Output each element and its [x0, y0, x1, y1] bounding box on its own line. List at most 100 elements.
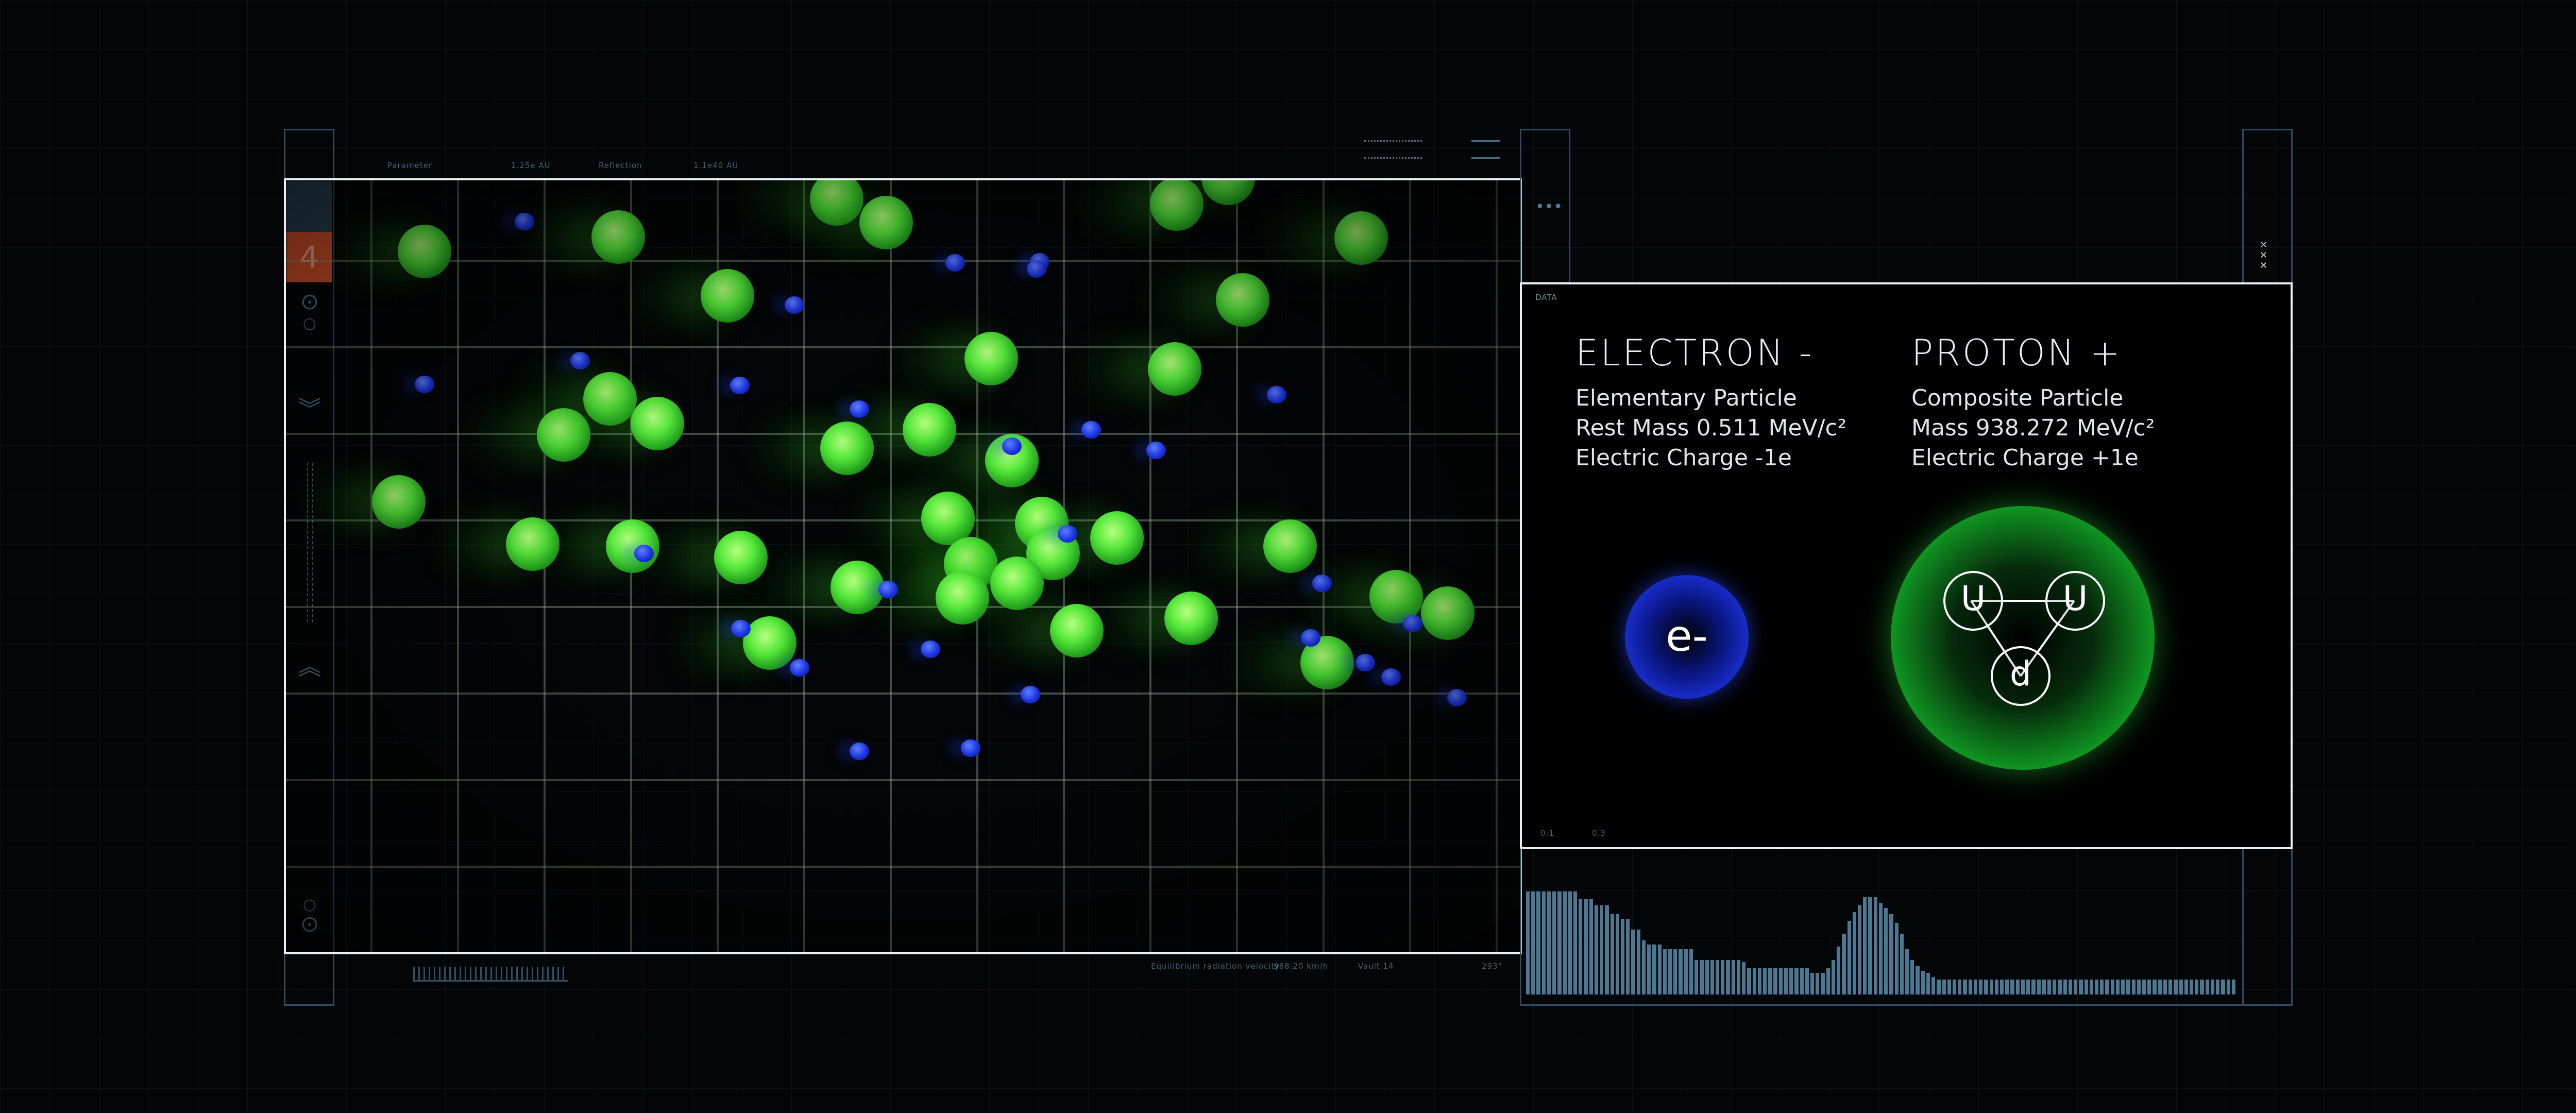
- electron-mass: Rest Mass 0.511 MeV/c²: [1575, 415, 1847, 441]
- histogram-bar: [1673, 949, 1677, 994]
- histogram-bar: [2163, 979, 2167, 994]
- proton-title: PROTON +: [1911, 332, 2123, 374]
- histogram-bar: [1942, 979, 1946, 994]
- histogram-bar: [1552, 891, 1556, 994]
- histogram-bar: [1958, 979, 1962, 994]
- proton-particle: [1026, 527, 1080, 580]
- histogram-bar: [2026, 979, 2030, 994]
- electron-particle: [961, 739, 980, 757]
- histogram-bar: [2174, 979, 2178, 994]
- histogram-bar: [2053, 979, 2057, 994]
- proton-particle: [743, 616, 796, 670]
- proton-particle: [1015, 497, 1069, 550]
- histogram-bar: [1605, 905, 1609, 994]
- proton-particle: [1164, 592, 1218, 645]
- electron-info: Elementary Particle Rest Mass 0.511 MeV/…: [1575, 383, 1846, 473]
- histogram-bar: [2084, 979, 2088, 994]
- histogram-bar: [1579, 899, 1583, 994]
- electron-particle: [730, 377, 750, 394]
- histogram-bar: [2021, 979, 2025, 994]
- proton-particle: [921, 492, 975, 545]
- proton-symbol: U U d: [1891, 506, 2155, 770]
- histogram-bar: [1700, 959, 1704, 994]
- histogram-bar: [1652, 945, 1656, 994]
- proton-particle: [985, 434, 1039, 487]
- hud-glyph-cluster: [1364, 140, 1422, 159]
- proton-particle: [964, 332, 1018, 385]
- proton-particle: [1300, 636, 1354, 689]
- particle-simulation-view[interactable]: [284, 178, 1522, 954]
- proton-particle: [583, 372, 637, 426]
- data-label: DATA: [1535, 293, 1557, 302]
- footer-label-vault: Vault 14: [1358, 962, 1394, 971]
- electron-particle: [415, 376, 434, 393]
- hud-label-reflection: Reflection: [599, 161, 642, 170]
- proton-particle: [1369, 570, 1423, 623]
- histogram-bar: [1905, 949, 1909, 994]
- histogram-bar: [2158, 979, 2162, 994]
- histogram-bar: [1889, 914, 1893, 994]
- histogram-bar: [1773, 968, 1777, 994]
- histogram-bar: [1800, 968, 1804, 994]
- up-quark-right: U: [2045, 571, 2105, 631]
- electron-particle: [1058, 525, 1077, 543]
- histogram-bar: [1547, 891, 1551, 994]
- histogram-bar: [2068, 979, 2073, 994]
- proton-particle: [591, 210, 645, 264]
- proton-mass: Mass 938.272 MeV/c²: [1911, 415, 2155, 441]
- histogram-bar: [1878, 903, 1883, 994]
- histogram-bar: [1647, 945, 1651, 994]
- histogram-bar: [1984, 979, 1988, 994]
- proton-particle: [1148, 342, 1201, 396]
- histogram-bar: [1531, 891, 1535, 994]
- histogram-bar: [1615, 914, 1619, 994]
- histogram-bar: [1910, 959, 1914, 994]
- histogram-bar: [1610, 914, 1614, 994]
- histogram-bar: [2115, 979, 2120, 994]
- more-options-icon[interactable]: •••: [1535, 198, 1563, 216]
- histogram-bar: [2147, 979, 2151, 994]
- proton-particle: [714, 531, 768, 584]
- particle-field: [286, 180, 1520, 952]
- proton-particle: [990, 556, 1044, 610]
- electron-particle: [878, 581, 898, 598]
- proton-particle: [1150, 180, 1204, 231]
- bottom-ruler: [413, 967, 568, 982]
- histogram-bar: [1858, 905, 1862, 994]
- histogram-bar: [1641, 940, 1646, 994]
- histogram-bar: [1679, 949, 1683, 994]
- histogram-bar: [2131, 979, 2136, 994]
- histogram-bar: [1631, 929, 1635, 994]
- histogram-bar: [1573, 891, 1578, 994]
- electron-particle: [945, 254, 965, 272]
- electron-particle: [1267, 386, 1286, 403]
- footer-label-velocity: Equilibrium radiation velocity: [1151, 962, 1280, 971]
- histogram-bar: [1778, 968, 1783, 994]
- down-quark: d: [1991, 646, 2050, 706]
- histogram-bar: [2168, 979, 2173, 994]
- histogram-bar: [1921, 970, 1925, 994]
- footer-value-velocity: 968.20 km/h: [1274, 962, 1329, 971]
- histogram-bar: [1536, 891, 1540, 994]
- hud-value-reflection: 1.1e40 AU: [693, 161, 739, 170]
- histogram-bar: [2000, 979, 2004, 994]
- histogram-bar: [1863, 897, 1867, 994]
- histogram-bar: [2074, 979, 2078, 994]
- histogram-bar: [2142, 979, 2146, 994]
- histogram-bar: [2079, 979, 2083, 994]
- histogram-bar: [1721, 959, 1725, 994]
- histogram-bar: [1937, 979, 1941, 994]
- histogram-bar: [1916, 966, 1920, 994]
- electron-particle: [1002, 437, 1022, 455]
- histogram-bar: [1852, 912, 1856, 994]
- histogram-bar: [1747, 968, 1751, 994]
- menu-icon[interactable]: [1471, 140, 1500, 159]
- close-icon[interactable]: ✕ ✕ ✕: [2260, 240, 2267, 271]
- electron-particle: [921, 640, 940, 658]
- histogram-bar: [2121, 979, 2125, 994]
- histogram-bar: [1716, 959, 1720, 994]
- histogram-bar: [2100, 979, 2104, 994]
- histogram-bar: [2089, 979, 2093, 994]
- electron-particle: [1403, 615, 1422, 632]
- histogram-bar: [2231, 979, 2235, 994]
